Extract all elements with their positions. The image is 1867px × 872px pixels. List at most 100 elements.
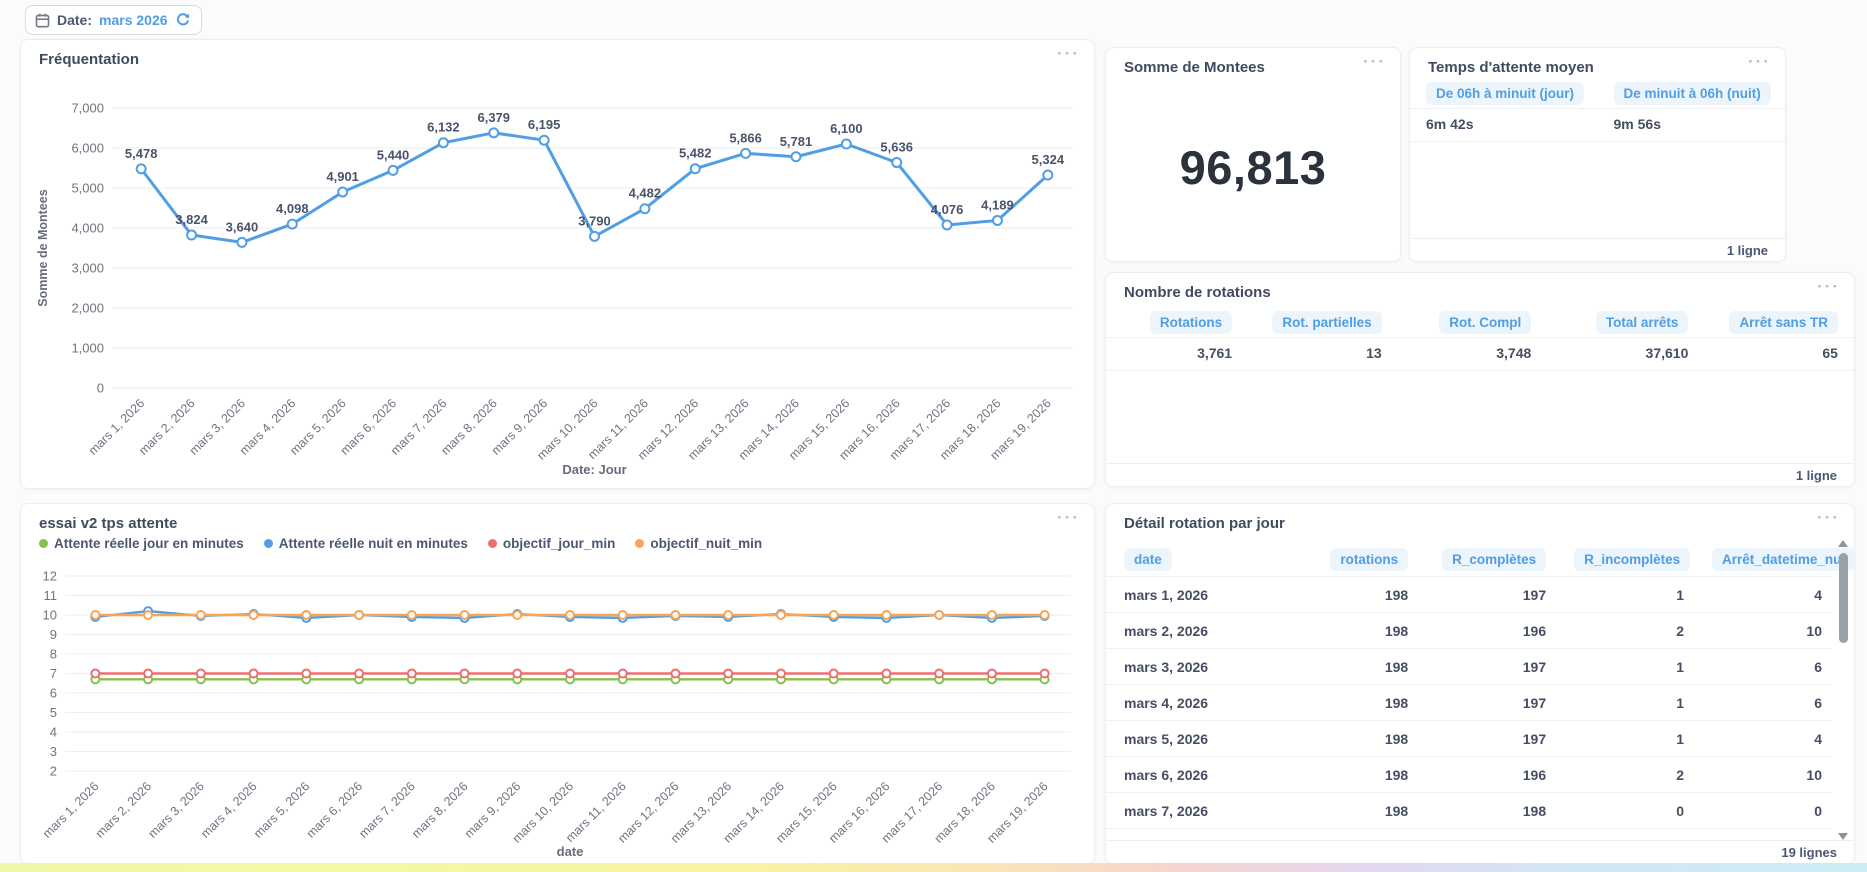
data-point[interactable] <box>236 236 248 248</box>
column-header[interactable]: De minuit à 06h (nuit) <box>1613 81 1771 105</box>
table-cell[interactable]: 1 <box>1556 659 1694 675</box>
table-cell[interactable]: 0 <box>1556 803 1694 819</box>
table-cell[interactable]: 197 <box>1418 695 1556 711</box>
table-cell[interactable]: 9m 56s <box>1614 116 1661 132</box>
data-point[interactable] <box>891 157 903 169</box>
scroll-up-arrow[interactable] <box>1838 540 1848 547</box>
table-cell[interactable]: 2 <box>1556 623 1694 639</box>
table-cell[interactable]: mars 5, 2026 <box>1106 731 1280 747</box>
frequentation-line-chart[interactable]: 01,0002,0003,0004,0005,0006,0007,000mars… <box>31 72 1086 484</box>
data-point[interactable] <box>437 137 449 149</box>
table-row[interactable]: mars 6, 2026 198 196 2 10 <box>1106 756 1832 792</box>
data-point[interactable] <box>617 610 628 620</box>
table-cell[interactable]: 10 <box>1694 623 1832 639</box>
table-cell[interactable]: 2 <box>1556 767 1694 783</box>
data-point[interactable] <box>512 610 523 620</box>
data-point[interactable] <box>195 668 206 679</box>
legend-item[interactable]: Attente réelle jour en minutes <box>39 536 244 551</box>
table-cell[interactable]: 198 <box>1280 695 1418 711</box>
data-point[interactable] <box>775 610 786 620</box>
column-header[interactable]: date <box>1124 547 1172 571</box>
scroll-down-arrow[interactable] <box>1838 833 1848 840</box>
table-cell[interactable]: 198 <box>1280 731 1418 747</box>
data-point[interactable] <box>670 610 681 620</box>
ellipsis-menu-icon[interactable]: ··· <box>1057 44 1080 64</box>
data-point[interactable] <box>90 610 101 620</box>
table-cell[interactable]: 1 <box>1556 731 1694 747</box>
data-point[interactable] <box>538 134 550 146</box>
legend-item[interactable]: Attente réelle nuit en minutes <box>263 536 468 551</box>
data-point[interactable] <box>881 610 892 620</box>
column-header[interactable]: Rot. Compl <box>1439 310 1532 334</box>
table-cell[interactable]: 6 <box>1694 695 1832 711</box>
date-filter[interactable]: Date: mars 2026 <box>25 5 202 35</box>
data-point[interactable] <box>1039 668 1050 679</box>
table-cell[interactable]: mars 7, 2026 <box>1106 803 1280 819</box>
data-point[interactable] <box>459 668 470 679</box>
data-point[interactable] <box>248 668 259 679</box>
data-point[interactable] <box>90 668 101 679</box>
scalar-value[interactable]: 96,813 <box>1180 140 1327 195</box>
data-point[interactable] <box>723 668 734 679</box>
table-cell[interactable]: 4 <box>1694 587 1832 603</box>
table-cell[interactable]: 197 <box>1418 587 1556 603</box>
data-point[interactable] <box>354 610 365 620</box>
refresh-icon[interactable] <box>175 12 191 28</box>
data-point[interactable] <box>740 147 752 159</box>
data-point[interactable] <box>639 203 651 215</box>
data-point[interactable] <box>135 163 147 175</box>
data-point[interactable] <box>589 230 600 242</box>
data-point[interactable] <box>941 219 953 231</box>
data-point[interactable] <box>248 610 259 620</box>
data-point[interactable] <box>1039 610 1050 620</box>
column-header[interactable]: De 06h à minuit (jour) <box>1426 81 1585 105</box>
ellipsis-menu-icon[interactable]: ··· <box>1748 52 1771 72</box>
column-header[interactable]: rotations <box>1330 547 1409 571</box>
table-cell[interactable]: 198 <box>1418 803 1556 819</box>
table-row[interactable]: mars 3, 2026 198 197 1 6 <box>1106 648 1832 684</box>
table-cell[interactable]: 198 <box>1280 623 1418 639</box>
data-point[interactable] <box>689 163 701 175</box>
data-point[interactable] <box>143 610 154 620</box>
ellipsis-menu-icon[interactable]: ··· <box>1817 277 1840 297</box>
table-cell[interactable]: 3,761 <box>1197 345 1232 361</box>
data-point[interactable] <box>828 668 839 679</box>
ellipsis-menu-icon[interactable]: ··· <box>1817 508 1840 528</box>
table-cell[interactable]: 197 <box>1418 731 1556 747</box>
table-cell[interactable]: mars 2, 2026 <box>1106 623 1280 639</box>
column-header[interactable]: R_complètes <box>1442 547 1547 571</box>
table-cell[interactable]: 196 <box>1418 623 1556 639</box>
data-point[interactable] <box>195 610 206 620</box>
table-cell[interactable]: 13 <box>1366 345 1382 361</box>
data-point[interactable] <box>512 668 523 679</box>
data-point[interactable] <box>186 229 198 241</box>
data-point[interactable] <box>840 138 852 150</box>
table-cell[interactable]: 4 <box>1694 731 1832 747</box>
date-filter-value[interactable]: mars 2026 <box>99 12 168 28</box>
data-point[interactable] <box>406 668 417 679</box>
table-cell[interactable]: 1 <box>1556 587 1694 603</box>
data-point[interactable] <box>986 610 997 620</box>
scrollbar-thumb[interactable] <box>1838 553 1848 643</box>
table-cell[interactable]: mars 1, 2026 <box>1106 587 1280 603</box>
essai-line-chart[interactable]: 23456789101112mars 1, 2026mars 2, 2026ma… <box>31 560 1086 862</box>
table-cell[interactable]: 197 <box>1418 659 1556 675</box>
data-point[interactable] <box>488 127 500 139</box>
table-cell[interactable]: 6 <box>1694 659 1832 675</box>
table-row[interactable]: mars 5, 2026 198 197 1 4 <box>1106 720 1832 756</box>
table-cell[interactable]: mars 3, 2026 <box>1106 659 1280 675</box>
table-cell[interactable]: 10 <box>1694 767 1832 783</box>
table-row[interactable]: mars 2, 2026 198 196 2 10 <box>1106 612 1832 648</box>
table-scrollbar[interactable] <box>1837 540 1849 840</box>
data-point[interactable] <box>617 668 628 679</box>
data-point[interactable] <box>991 214 1003 226</box>
column-header[interactable]: Arrêt sans TR <box>1729 310 1838 334</box>
data-point[interactable] <box>986 668 997 679</box>
table-cell[interactable]: mars 6, 2026 <box>1106 767 1280 783</box>
table-cell[interactable]: 198 <box>1280 587 1418 603</box>
column-header[interactable]: R_incomplètes <box>1574 547 1691 571</box>
legend-item[interactable]: objectif_jour_min <box>487 536 615 551</box>
data-point[interactable] <box>337 186 349 198</box>
table-cell[interactable]: 198 <box>1280 767 1418 783</box>
data-point[interactable] <box>790 151 802 163</box>
